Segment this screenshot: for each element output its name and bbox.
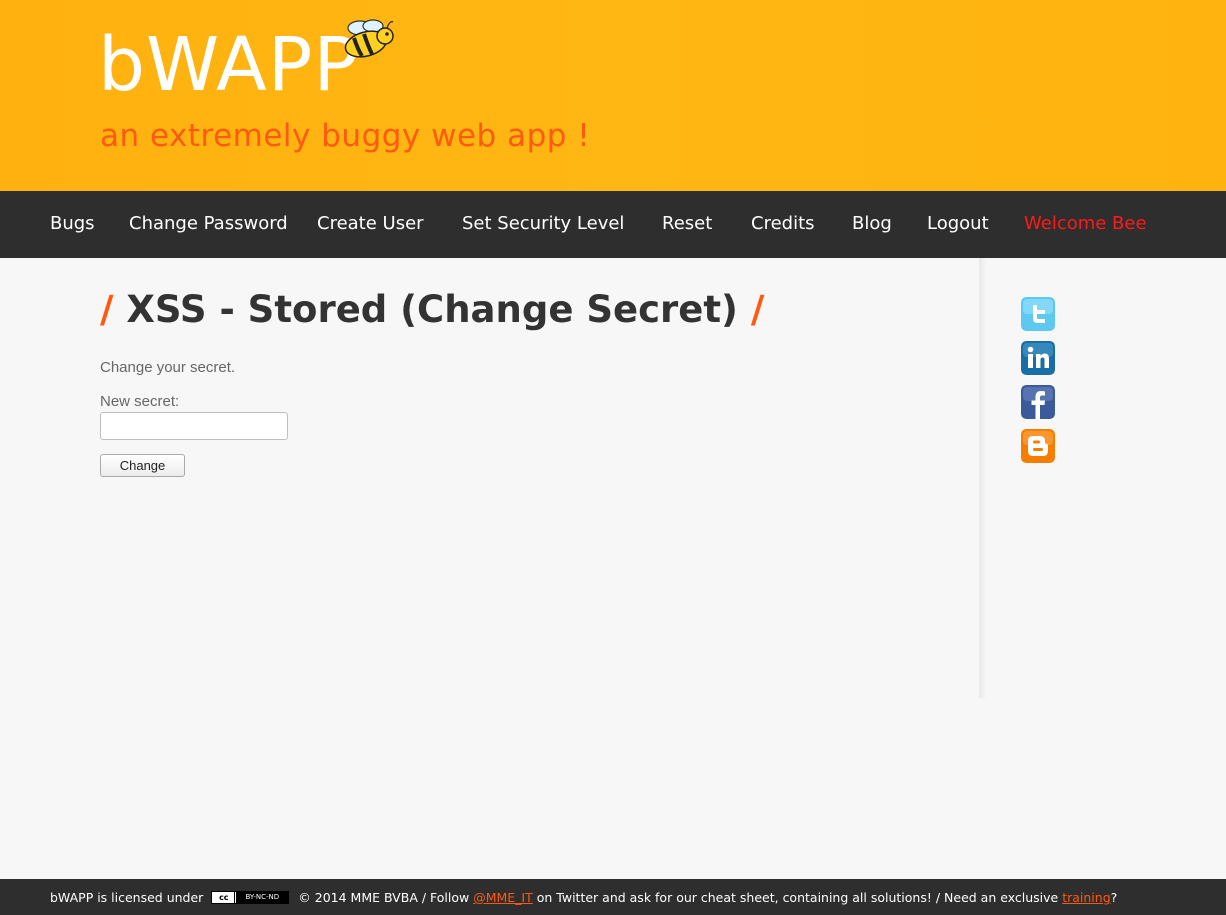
intro-text: Change your secret. [100, 359, 236, 376]
footer: bWAPP is licensed under cc BY-NC-ND © 20… [0, 879, 1226, 915]
nav-item-bugs[interactable]: Bugs [50, 213, 95, 234]
linkedin-icon[interactable] [1021, 341, 1055, 375]
cc-license-badge[interactable]: cc BY-NC-ND [211, 891, 290, 904]
nav-item-reset[interactable]: Reset [662, 213, 712, 234]
facebook-icon[interactable] [1021, 385, 1055, 419]
logo: bWAPP [98, 22, 359, 108]
nav-item-change-password[interactable]: Change Password [129, 213, 288, 234]
main-nav: Bugs Change Password Create User Set Sec… [0, 191, 1226, 258]
footer-question-mark: ? [1110, 890, 1118, 905]
welcome-message: Welcome Bee [1024, 213, 1147, 234]
blogger-icon[interactable] [1021, 429, 1055, 463]
cc-badge-left: cc [213, 892, 236, 903]
new-secret-input[interactable] [100, 412, 288, 440]
nav-item-create-user[interactable]: Create User [317, 213, 424, 234]
bee-logo-icon [340, 16, 396, 62]
new-secret-label: New secret: [100, 393, 180, 410]
change-button[interactable]: Change [100, 454, 185, 477]
tagline: an extremely buggy web app ! [100, 118, 591, 154]
nav-item-set-security-level[interactable]: Set Security Level [462, 213, 624, 234]
title-slash-left: / [100, 288, 114, 331]
nav-item-logout[interactable]: Logout [927, 213, 989, 234]
footer-license-text: bWAPP is licensed under [50, 890, 204, 905]
nav-item-blog[interactable]: Blog [852, 213, 892, 234]
cc-badge-terms: BY-NC-ND [236, 892, 289, 903]
sidebar-divider [979, 258, 987, 698]
footer-copyright-text: © 2014 MME BVBA / Follow [298, 890, 470, 905]
header: bWAPP an extremely buggy web app ! [0, 0, 1226, 191]
page-title-text: XSS - Stored (Change Secret) [126, 288, 738, 331]
title-slash-right: / [750, 288, 765, 331]
training-link[interactable]: training [1062, 890, 1110, 905]
twitter-icon[interactable] [1021, 297, 1055, 331]
page-title: / XSS - Stored (Change Secret) / [100, 288, 764, 332]
nav-item-credits[interactable]: Credits [751, 213, 815, 234]
footer-cheatsheet-text: on Twitter and ask for our cheat sheet, … [536, 890, 1059, 905]
twitter-handle-link[interactable]: @MME_IT [473, 890, 533, 905]
